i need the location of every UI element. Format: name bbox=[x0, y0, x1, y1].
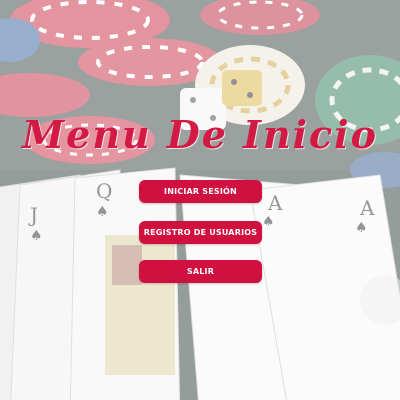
page-title: Menu De Inicio bbox=[22, 112, 378, 157]
login-button[interactable]: INICIAR SESIÓN bbox=[139, 180, 262, 203]
exit-button[interactable]: SALIR bbox=[139, 260, 262, 283]
register-users-button[interactable]: REGISTRO DE USUARIOS bbox=[139, 221, 262, 244]
